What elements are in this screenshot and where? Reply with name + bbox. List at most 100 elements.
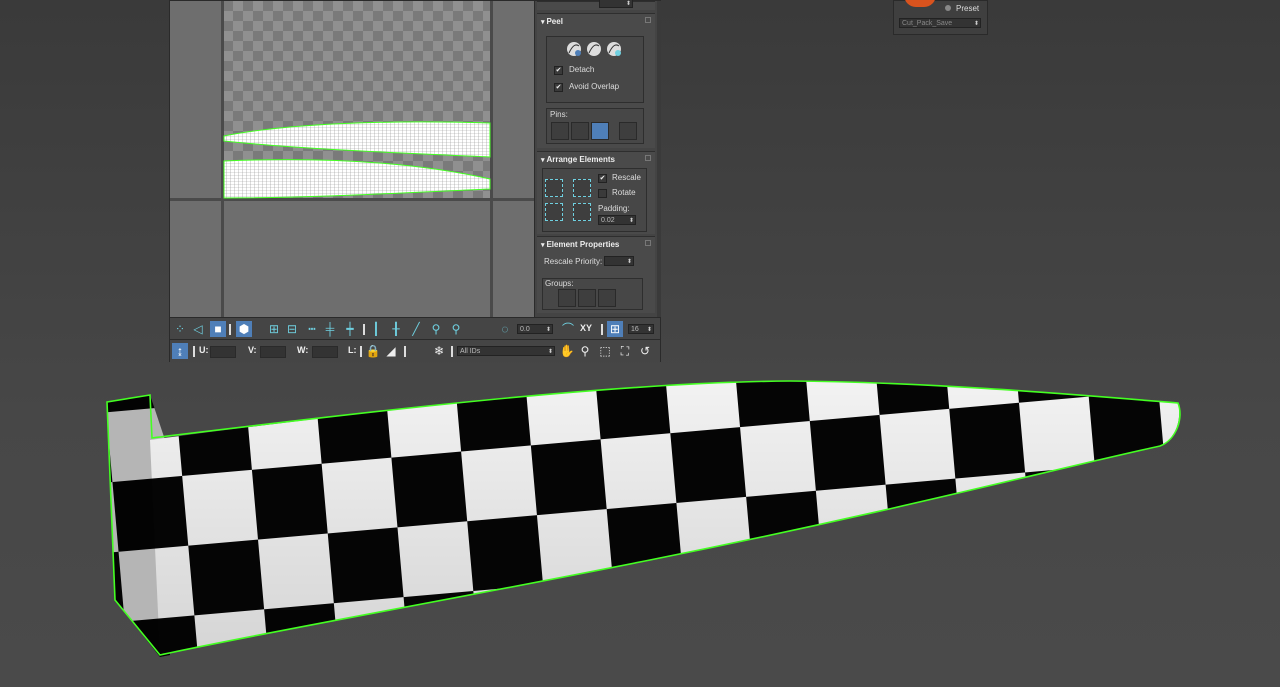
v-label: V: (248, 345, 257, 355)
peel-options-box: ✔ Detach ✔ Avoid Overlap (546, 36, 644, 103)
peel-abf-icon[interactable] (605, 40, 623, 58)
hide-icon[interactable]: ◢ (383, 343, 399, 359)
pin-selected-icon[interactable] (551, 122, 569, 140)
pin-icon[interactable] (645, 240, 651, 246)
groups-box: Groups: (542, 278, 643, 310)
select-groups-icon[interactable] (598, 289, 616, 307)
rollout-title-peel[interactable]: Peel (541, 17, 562, 26)
uv-shells[interactable] (170, 1, 534, 317)
preset-swatch[interactable] (904, 0, 936, 7)
rollout-arrange-elements: Arrange Elements ✔ Rescale Rotate Paddin… (537, 151, 655, 234)
rollout-element-properties: Element Properties Rescale Priority: Gro… (537, 236, 655, 313)
xy-label[interactable]: XY (580, 323, 592, 333)
uv-toolbar-transform: ⁘ ◁ ■ ⬢ ⊞ ⊟ ┅ ╪ ┿ ┃ ╂ ╱ ⚲ ⚲ ◌ 0.0 ⌒ XY ⊞… (170, 317, 660, 340)
preset-dropdown[interactable]: Cut_Pack_Save (899, 18, 981, 29)
paint-grow-icon[interactable]: ⚲ (428, 321, 444, 337)
separator (404, 346, 406, 357)
paint-shrink-icon[interactable]: ⚲ (448, 321, 464, 337)
rotate-checkbox[interactable] (598, 189, 607, 198)
grow-selection-icon[interactable]: ⊞ (266, 321, 282, 337)
loop-select-icon[interactable]: ┅ (304, 321, 320, 337)
separator (451, 346, 453, 357)
detach-checkbox[interactable]: ✔ (554, 66, 563, 75)
uv-command-panel: Peel ✔ Detach ✔ Avoid Overlap Pins: Arra (534, 0, 661, 317)
uv-shell-bottom (223, 159, 491, 199)
pins-label: Pins: (550, 110, 568, 119)
rollout-title-arrange[interactable]: Arrange Elements (541, 155, 614, 164)
peel-lscm-icon[interactable] (585, 40, 603, 58)
separator (601, 324, 603, 335)
top-spinner[interactable] (599, 0, 633, 9)
unpin-selected-icon[interactable] (571, 122, 589, 140)
uv-editor-window: Peel ✔ Detach ✔ Avoid Overlap Pins: Arra (169, 0, 661, 362)
select-pinned-icon[interactable] (619, 122, 637, 140)
ring-select-icon[interactable]: ┿ (342, 321, 358, 337)
rotate-view-icon[interactable]: ↺ (637, 343, 653, 359)
preset-label: Preset (956, 4, 980, 13)
rotate-label: Rotate (612, 188, 636, 197)
pack-custom-icon[interactable] (545, 203, 563, 221)
avoid-overlap-label: Avoid Overlap (569, 82, 620, 91)
rollout-peel: Peel ✔ Detach ✔ Avoid Overlap Pins: (537, 13, 655, 148)
group-selected-icon[interactable] (558, 289, 576, 307)
soft-selection-icon[interactable]: ◌ (497, 321, 513, 337)
rollout-top-partial (537, 0, 655, 10)
absolute-offset-icon[interactable]: ↨ (172, 343, 188, 359)
uv-toolbar-coordinates: ↨ U: V: W: L: 🔒 ◢ ❄ All IDs ✋ ⚲ ⬚ ⛶ ↺ (170, 339, 660, 362)
vertex-mode-icon[interactable]: ⁘ (172, 321, 188, 337)
uv-shell-top (223, 121, 491, 158)
padding-label: Padding: (598, 204, 630, 213)
uv-canvas[interactable] (170, 1, 534, 317)
zoom-icon[interactable]: ⚲ (577, 343, 593, 359)
w-field[interactable] (312, 346, 338, 358)
loop-grow-icon[interactable]: ╪ (322, 321, 338, 337)
paint-select-icon[interactable]: ╱ (408, 321, 424, 337)
rollout-title-element-properties[interactable]: Element Properties (541, 240, 619, 249)
detach-label: Detach (569, 65, 595, 74)
material-ids-dropdown[interactable]: All IDs (457, 346, 555, 357)
separator (360, 346, 362, 357)
pack-together-icon[interactable] (573, 179, 591, 197)
separator (363, 324, 365, 335)
u-field[interactable] (210, 346, 236, 358)
pack-normalize-icon[interactable] (545, 179, 563, 197)
zoom-extents-icon[interactable]: ⛶ (617, 343, 633, 359)
v-field[interactable] (260, 346, 286, 358)
rescale-priority-label: Rescale Priority: (544, 257, 603, 266)
zoom-region-icon[interactable]: ⬚ (597, 343, 613, 359)
rescale-label: Rescale (612, 173, 641, 182)
rescale-checkbox[interactable]: ✔ (598, 174, 607, 183)
preset-panel: Preset Cut_Pack_Save (893, 0, 988, 35)
grid-snap-icon[interactable]: ⊞ (607, 321, 623, 337)
ring-grow-icon[interactable]: ┃ (368, 321, 384, 337)
avoid-overlap-checkbox[interactable]: ✔ (554, 83, 563, 92)
pins-box: Pins: (546, 108, 644, 144)
panel-scrollbar[interactable] (657, 1, 661, 317)
polygon-mode-icon[interactable]: ■ (210, 321, 226, 337)
pan-hand-icon[interactable]: ✋ (559, 343, 575, 359)
pack-fit-icon[interactable] (573, 203, 591, 221)
angle-spinner[interactable]: 0.0 (517, 324, 553, 335)
w-label: W: (297, 345, 309, 355)
u-label: U: (199, 345, 209, 355)
edge-mode-icon[interactable]: ◁ (190, 321, 206, 337)
auto-pin-icon[interactable] (591, 122, 609, 140)
padding-spinner[interactable]: 0.02 (598, 215, 636, 226)
lock-icon[interactable]: 🔒 (365, 343, 381, 359)
l-label: L: (348, 345, 357, 355)
ungroup-selected-icon[interactable] (578, 289, 596, 307)
pin-icon[interactable] (645, 155, 651, 161)
rescale-priority-spinner[interactable] (604, 256, 634, 267)
preset-radio[interactable] (945, 5, 951, 11)
shrink-selection-icon[interactable]: ⊟ (284, 321, 300, 337)
element-mode-icon[interactable]: ⬢ (236, 321, 252, 337)
freeze-icon[interactable]: ❄ (431, 343, 447, 359)
pin-icon[interactable] (645, 17, 651, 23)
peel-quick-icon[interactable] (565, 40, 583, 58)
separator (229, 324, 231, 335)
ring-shrink-icon[interactable]: ╂ (388, 321, 404, 337)
falloff-curve-icon[interactable]: ⌒ (560, 321, 576, 337)
arrange-options-box: ✔ Rescale Rotate Padding: 0.02 (542, 168, 647, 232)
separator (193, 346, 195, 357)
grid-spinner[interactable]: 16 (628, 324, 654, 335)
